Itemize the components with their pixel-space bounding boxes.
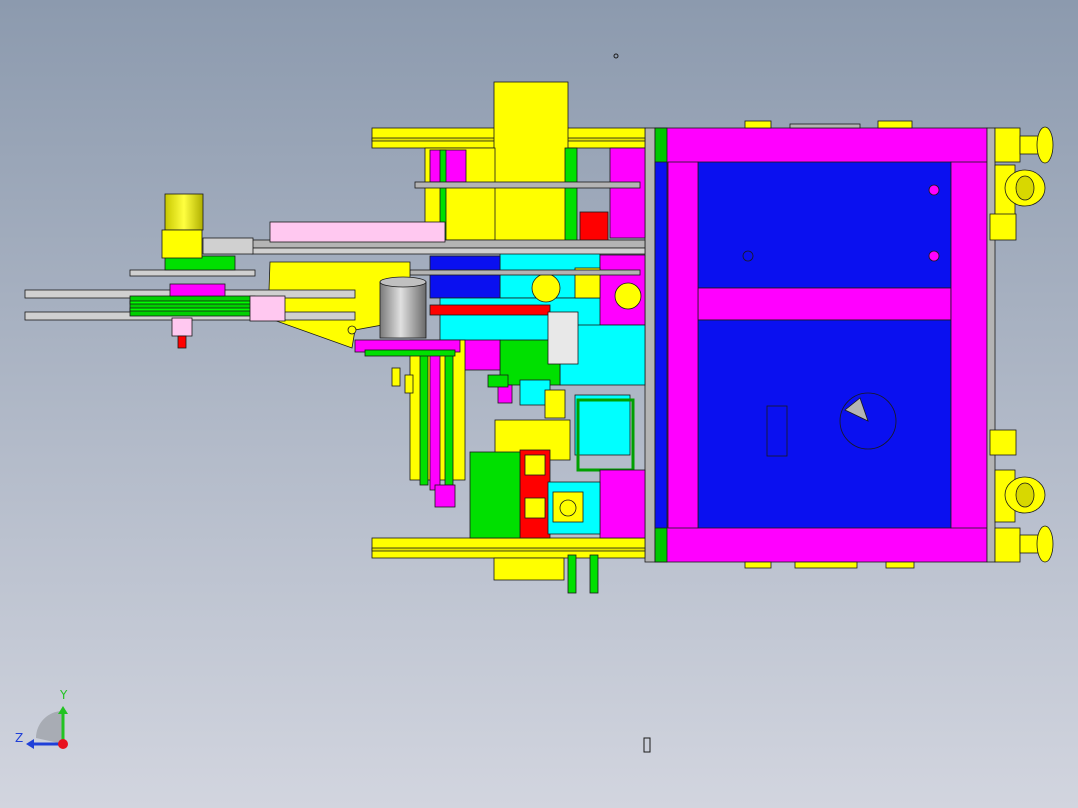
core-yellow-motor-right	[614, 282, 642, 310]
core-yellow-insert	[524, 497, 546, 519]
core-green-lift	[444, 344, 454, 486]
frame-left-gray-strip	[644, 127, 656, 563]
cad-viewport[interactable]: Y Z	[0, 0, 1078, 808]
core-yellow-actuator	[544, 389, 566, 419]
core-magenta-tab	[497, 384, 513, 404]
sensor-left	[391, 367, 401, 387]
sensor-left	[404, 374, 414, 394]
frame-bottom-tab	[794, 561, 858, 569]
frame-blue-panel-lower	[697, 319, 952, 529]
core-motor-shaft	[559, 499, 577, 517]
frame-bottom-tab	[885, 561, 915, 569]
frame-top-rail	[789, 123, 861, 129]
triad-origin	[58, 739, 68, 749]
core-yellow-motor-top	[531, 273, 561, 303]
core-green-bars-bottom	[589, 554, 599, 594]
core-green-lift	[419, 344, 429, 486]
belt-pink-block	[249, 295, 286, 322]
frame-slot	[766, 405, 788, 457]
core-magenta-lift	[429, 349, 441, 491]
drum-base-green	[364, 349, 456, 357]
belt-motor-base	[161, 229, 203, 259]
core-magenta-top	[609, 147, 646, 239]
core-green-col	[564, 147, 578, 249]
sensor-dot	[347, 325, 357, 335]
triad-y-label: Y	[60, 688, 68, 702]
belt-green-wheel	[129, 295, 256, 317]
bottom-rail-stripe	[371, 547, 646, 552]
frame-left-post	[667, 161, 699, 529]
core-magenta-bottom	[599, 469, 646, 539]
bottom-yellow-block	[493, 557, 565, 581]
frame-crossbar	[697, 287, 952, 321]
guide-rail-top	[414, 181, 641, 189]
core-blue-wedge	[429, 255, 501, 299]
core-magenta-foot	[434, 484, 456, 508]
frame-blue-panel-upper	[697, 161, 952, 289]
core-yellow-insert	[524, 454, 546, 476]
core-gray-cylinder	[547, 311, 579, 365]
belt-bracket	[129, 269, 256, 277]
gray-drum-top	[379, 276, 427, 288]
core-magenta-lower	[459, 339, 501, 371]
gray-drum	[379, 281, 427, 339]
belt-magenta-block	[169, 283, 226, 297]
belt-green-stripe	[129, 307, 256, 312]
belt-motor	[164, 193, 204, 231]
core-green-bars-bottom	[567, 554, 577, 594]
core-green-box	[469, 451, 521, 539]
triad-z-label: Z	[15, 731, 24, 745]
frame-top-tab	[877, 120, 913, 129]
core-cyan-block	[574, 394, 631, 456]
frame-bottom-tab	[744, 561, 772, 569]
core-green-actuator	[487, 374, 509, 388]
top-yellow-block	[493, 81, 569, 243]
frame-hole	[742, 250, 754, 262]
frame-hole	[928, 184, 940, 196]
frame-right-gray-strip	[986, 127, 996, 563]
main-frame[interactable]	[644, 120, 996, 569]
frame-top-tab	[744, 120, 772, 129]
belt-shaft-pink	[171, 317, 193, 337]
cad-model-scene[interactable]	[0, 0, 1078, 808]
core-red-bar	[429, 304, 551, 316]
belt-motor-mount	[202, 237, 254, 255]
guide-rail-upper-2	[251, 247, 646, 255]
frame-blue-strip	[654, 161, 668, 529]
pink-plate	[269, 221, 446, 243]
belt-green-stripe	[129, 300, 256, 305]
core-red-block	[579, 211, 609, 243]
guide-rail-mid	[409, 269, 641, 276]
frame-hole	[928, 250, 940, 262]
core-magenta-clamp	[429, 149, 467, 183]
frame-right-post	[950, 161, 988, 529]
belt-shaft-red	[177, 335, 187, 349]
